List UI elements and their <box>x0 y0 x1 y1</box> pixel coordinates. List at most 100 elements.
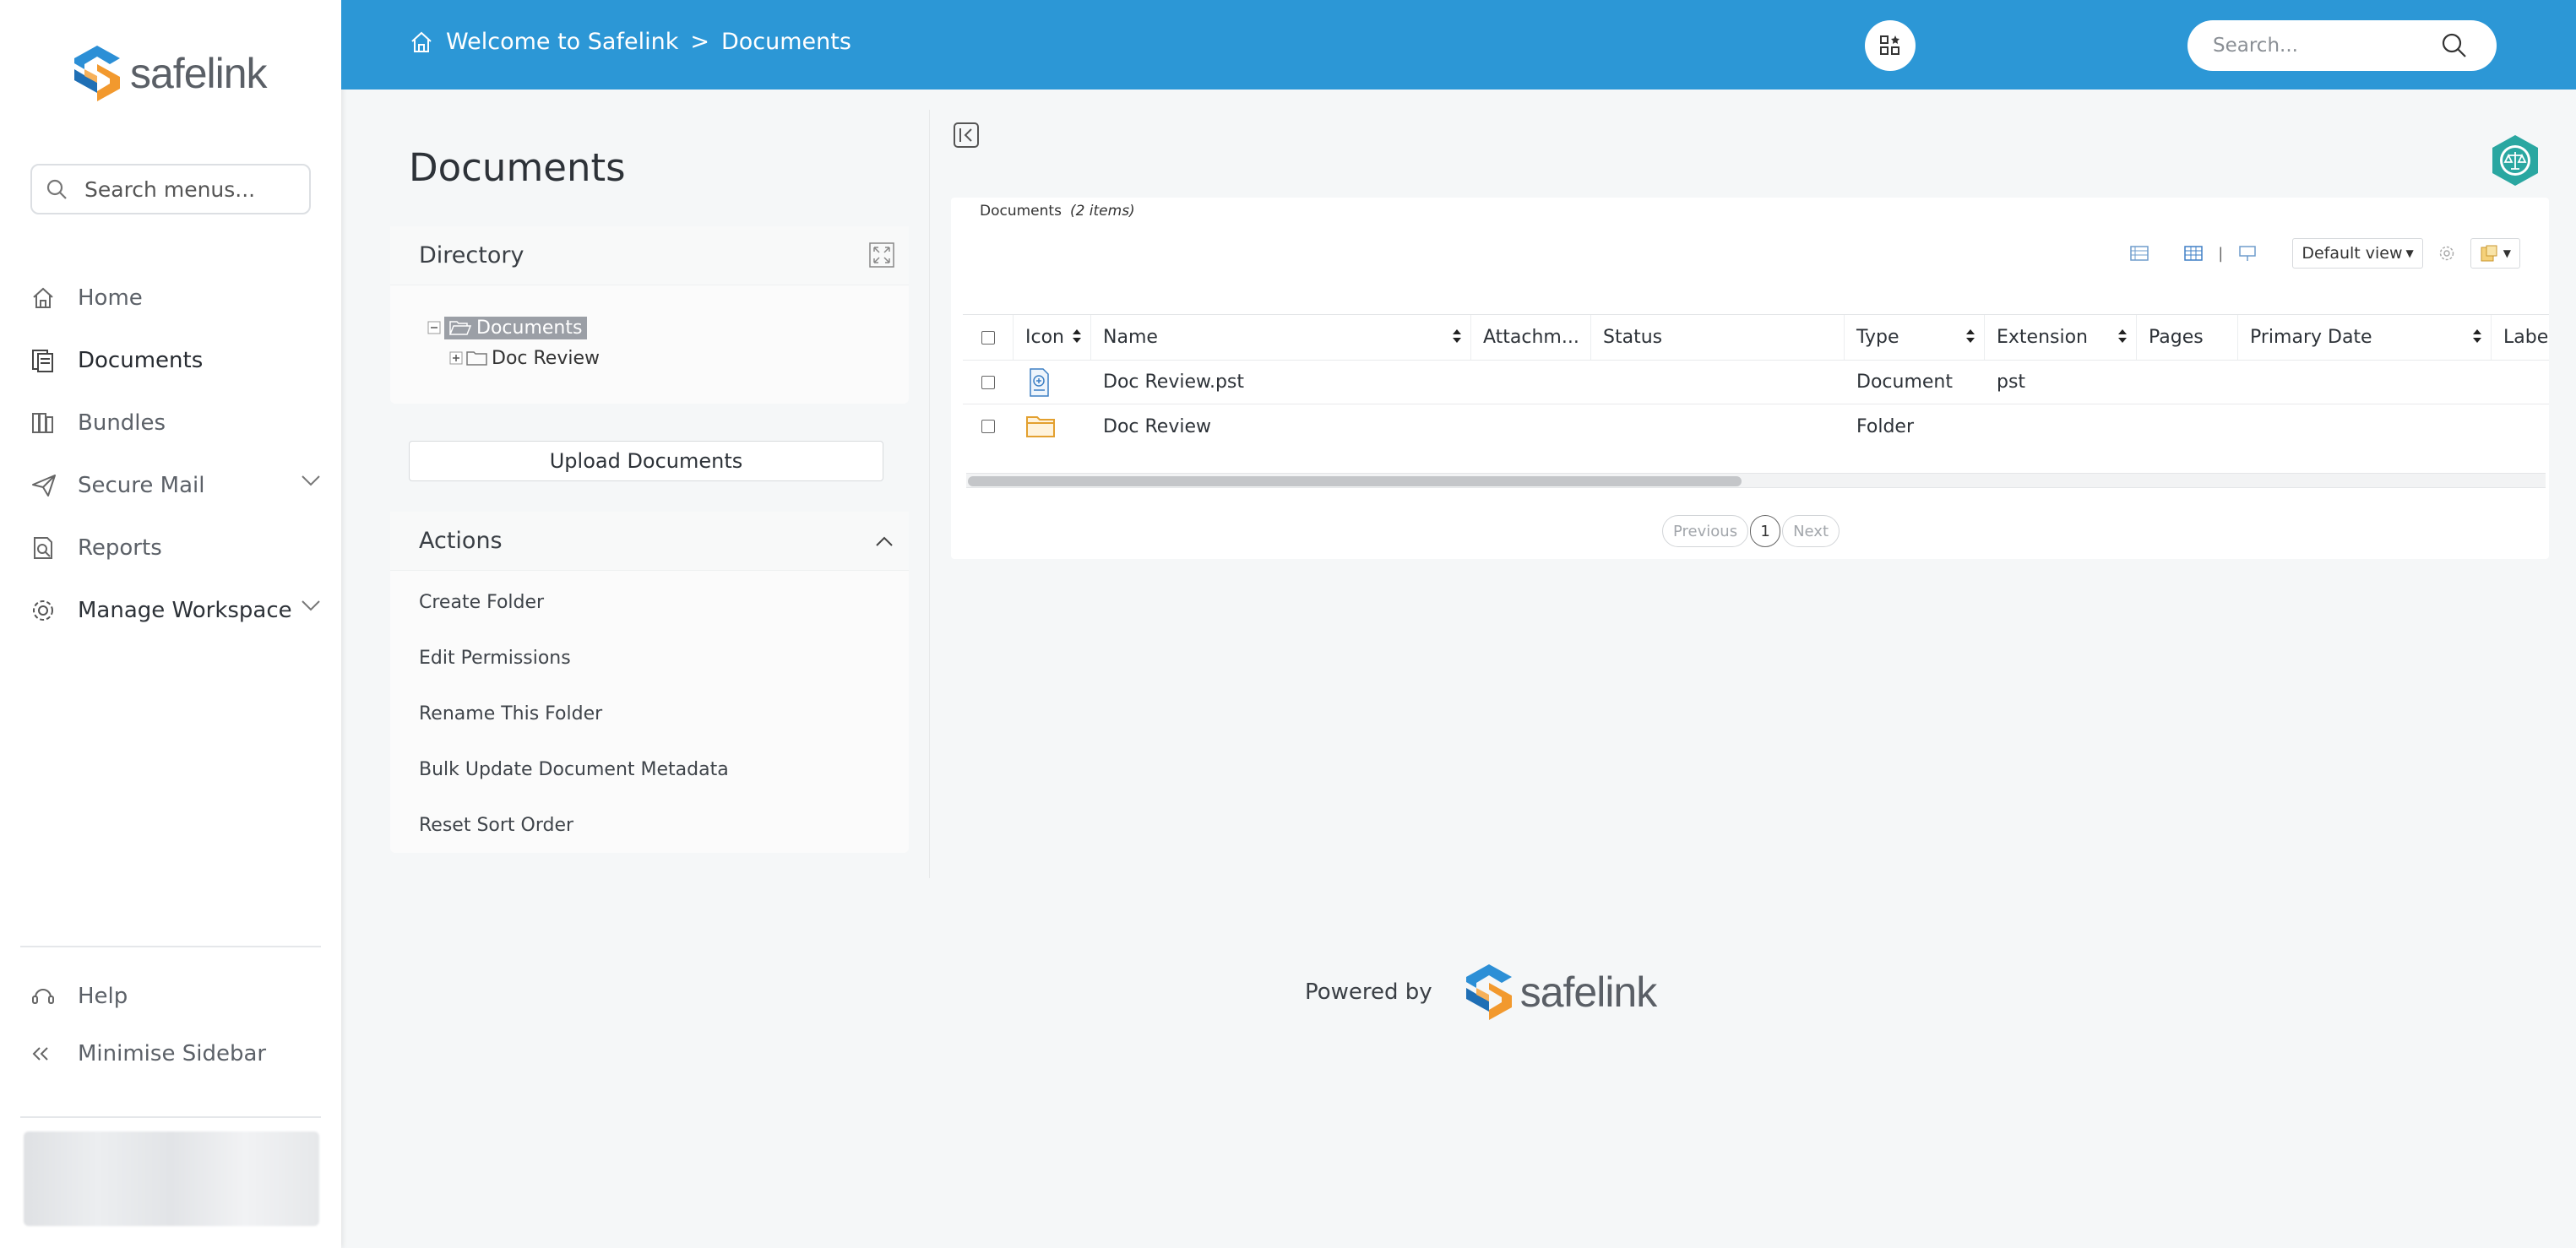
column-header-pages[interactable]: Pages <box>2137 315 2238 360</box>
global-search-input[interactable] <box>2213 35 2441 57</box>
collapse-panel-icon[interactable] <box>953 122 980 149</box>
chevron-up-icon[interactable] <box>875 535 894 547</box>
apps-star-icon <box>1880 35 1899 55</box>
row-type: Document <box>1856 372 1953 393</box>
next-page-button[interactable]: Next <box>1782 515 1840 547</box>
row-attachments-cell <box>1471 361 1591 404</box>
breadcrumb-root[interactable]: Welcome to Safelink <box>446 29 678 55</box>
chevron-down-icon[interactable] <box>301 600 321 611</box>
global-search-box[interactable] <box>2187 20 2497 71</box>
help-link[interactable]: Help <box>30 968 321 1025</box>
directory-panel: Directory Documents Doc Review <box>390 226 909 404</box>
previous-page-button[interactable]: Previous <box>1662 515 1749 547</box>
sort-icon[interactable] <box>1452 328 1462 345</box>
row-select-cell <box>963 404 1014 448</box>
tree-node-label: Doc Review <box>492 347 600 369</box>
row-select-cell <box>963 361 1014 404</box>
safelink-logo-icon <box>1465 964 1512 1020</box>
export-dropdown[interactable]: ▼ <box>2470 238 2520 269</box>
safelink-logo-icon <box>74 46 120 101</box>
sort-icon[interactable] <box>1965 328 1975 345</box>
page-number-button[interactable]: 1 <box>1750 515 1781 547</box>
tree-node-root[interactable]: Documents <box>427 312 600 343</box>
column-header-status[interactable]: Status <box>1591 315 1845 360</box>
list-view-icon[interactable] <box>2130 246 2149 261</box>
row-name[interactable]: Doc Review <box>1103 416 1211 437</box>
menu-search-input[interactable] <box>84 176 287 202</box>
toolbar-separator: | <box>2218 244 2224 263</box>
create-folder-action[interactable]: Create Folder <box>390 574 909 630</box>
sidebar-item-reports[interactable]: Reports <box>30 517 321 579</box>
grid-view-icon[interactable] <box>2184 246 2203 261</box>
sidebar-item-documents[interactable]: Documents <box>30 329 321 392</box>
row-status-cell <box>1591 361 1845 404</box>
select-all-checkbox[interactable] <box>981 330 995 345</box>
table-row[interactable]: Doc Review Folder <box>963 404 2549 448</box>
column-header-extension[interactable]: Extension <box>1985 315 2137 360</box>
view-selector-label: Default view <box>2302 244 2403 263</box>
view-selector[interactable]: Default view ▼ <box>2292 238 2423 269</box>
breadcrumb-current: Documents <box>720 29 851 55</box>
scrollbar-thumb[interactable] <box>968 476 1742 486</box>
tree-node-selected[interactable]: Documents <box>444 316 588 339</box>
sidebar-item-label: Reports <box>78 535 162 561</box>
apps-button[interactable] <box>1865 20 1916 71</box>
row-type-cell: Document <box>1845 361 1985 404</box>
footer-logo-text: safelink <box>1519 969 1658 1016</box>
row-name[interactable]: Doc Review.pst <box>1103 372 1244 393</box>
safelink-logo[interactable]: safelink <box>71 44 268 103</box>
column-header-attachments[interactable]: Attachm... <box>1471 315 1591 360</box>
top-header: Welcome to Safelink > Documents <box>341 0 2576 90</box>
legal-scales-badge-icon[interactable] <box>2490 133 2541 187</box>
column-header-type[interactable]: Type <box>1845 315 1985 360</box>
sidebar-divider <box>20 1116 321 1118</box>
sidebar-item-manage-workspace[interactable]: Manage Workspace <box>30 579 321 642</box>
presentation-icon[interactable] <box>2238 244 2257 263</box>
user-profile-card[interactable] <box>24 1131 319 1226</box>
sidebar-item-secure-mail[interactable]: Secure Mail <box>30 454 321 517</box>
row-checkbox[interactable] <box>981 420 995 433</box>
sort-icon[interactable] <box>1072 328 1082 345</box>
row-name-cell[interactable]: Doc Review.pst <box>1091 361 1471 404</box>
breadcrumb: Welcome to Safelink > Documents <box>409 29 851 55</box>
tree-node-child[interactable]: Doc Review <box>427 343 600 373</box>
row-attachments-cell <box>1471 404 1591 448</box>
column-header-icon[interactable]: Icon <box>1014 315 1091 360</box>
search-icon[interactable] <box>2441 32 2468 59</box>
bulk-update-metadata-action[interactable]: Bulk Update Document Metadata <box>390 741 909 797</box>
home-icon <box>30 285 78 311</box>
home-icon[interactable] <box>409 30 434 55</box>
gear-icon[interactable] <box>2438 245 2455 262</box>
expand-node-icon[interactable] <box>449 351 463 365</box>
reset-sort-order-action[interactable]: Reset Sort Order <box>390 797 909 853</box>
column-label: Primary Date <box>2250 327 2372 348</box>
collapse-node-icon[interactable] <box>427 321 441 334</box>
row-status-cell <box>1591 404 1845 448</box>
edit-permissions-action[interactable]: Edit Permissions <box>390 630 909 686</box>
send-icon <box>30 473 78 498</box>
rename-folder-action[interactable]: Rename This Folder <box>390 686 909 741</box>
row-name-cell[interactable]: Doc Review <box>1091 404 1471 448</box>
sidebar-item-label: Home <box>78 285 143 311</box>
folder-icon <box>1026 416 1055 437</box>
sidebar-item-home[interactable]: Home <box>30 267 321 329</box>
column-header-label[interactable]: Labe <box>2492 315 2549 360</box>
column-header-primary-date[interactable]: Primary Date <box>2238 315 2492 360</box>
column-header-name[interactable]: Name <box>1091 315 1471 360</box>
actions-header[interactable]: Actions <box>390 512 909 571</box>
table-row[interactable]: Doc Review.pst Document pst <box>963 361 2549 404</box>
sidebar-item-bundles[interactable]: Bundles <box>30 392 321 454</box>
horizontal-scrollbar[interactable] <box>966 473 2546 488</box>
export-icon <box>2481 245 2497 262</box>
sort-icon[interactable] <box>2472 328 2482 345</box>
expand-icon[interactable] <box>868 241 895 269</box>
menu-search-box[interactable] <box>30 164 311 214</box>
powered-by-footer: Powered by safelink <box>1305 963 1658 1022</box>
upload-documents-button[interactable]: Upload Documents <box>409 441 883 481</box>
grid-toolbar: | Default view ▼ ▼ <box>2130 238 2520 269</box>
sort-icon[interactable] <box>2117 328 2128 345</box>
row-pages-cell <box>2137 361 2238 404</box>
row-checkbox[interactable] <box>981 375 995 389</box>
minimise-sidebar-button[interactable]: Minimise Sidebar <box>30 1025 321 1083</box>
chevron-down-icon[interactable] <box>301 475 321 486</box>
